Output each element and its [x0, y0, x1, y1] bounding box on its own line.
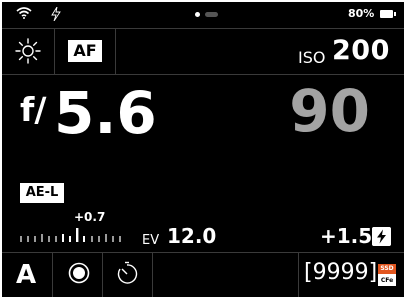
camera-screen: 80% AF ISO 200 f/ 5.6 90 AE-L +0.7 EV 12… [2, 2, 404, 297]
page-dot-inactive [205, 12, 218, 17]
status-bar: 80% [2, 2, 404, 28]
flash-compensation-value[interactable]: +1.5 [320, 224, 372, 248]
record-icon[interactable] [68, 262, 90, 284]
divider [2, 28, 404, 29]
ev-label: EV [142, 233, 160, 248]
iso-value[interactable]: 200 [332, 35, 390, 66]
flash-small-icon [51, 7, 61, 21]
shots-remaining: [9999] [304, 260, 378, 285]
divider [2, 74, 404, 75]
aperture-prefix: f/ [20, 90, 47, 129]
divider [54, 29, 55, 74]
battery-icon [380, 10, 396, 18]
white-balance-icon[interactable] [15, 38, 41, 64]
divider [298, 253, 299, 297]
battery-percent: 80% [348, 7, 375, 20]
ev-value: 12.0 [167, 224, 217, 248]
af-mode-badge[interactable]: AF [68, 40, 102, 62]
shooting-mode[interactable]: A [16, 260, 36, 290]
media-type-top: SSD [378, 264, 396, 274]
aperture-value[interactable]: 5.6 [54, 84, 157, 142]
storage-media-icon[interactable]: SSD CFe [378, 264, 396, 286]
page-dot-active [195, 12, 200, 17]
shutter-speed-value[interactable]: 90 [289, 82, 370, 140]
ae-lock-badge[interactable]: AE-L [20, 183, 64, 203]
divider [102, 253, 103, 297]
exposure-scale [20, 228, 121, 242]
iso-label: ISO [298, 48, 326, 67]
wifi-icon [16, 7, 32, 19]
divider [115, 29, 116, 74]
divider [52, 253, 53, 297]
flash-icon[interactable] [372, 227, 391, 246]
divider [2, 252, 404, 253]
divider [152, 253, 153, 297]
self-timer-icon[interactable] [116, 261, 138, 285]
ev-offset-label: +0.7 [74, 210, 106, 224]
media-type-bottom: CFe [380, 277, 394, 284]
page-indicator [195, 12, 225, 18]
